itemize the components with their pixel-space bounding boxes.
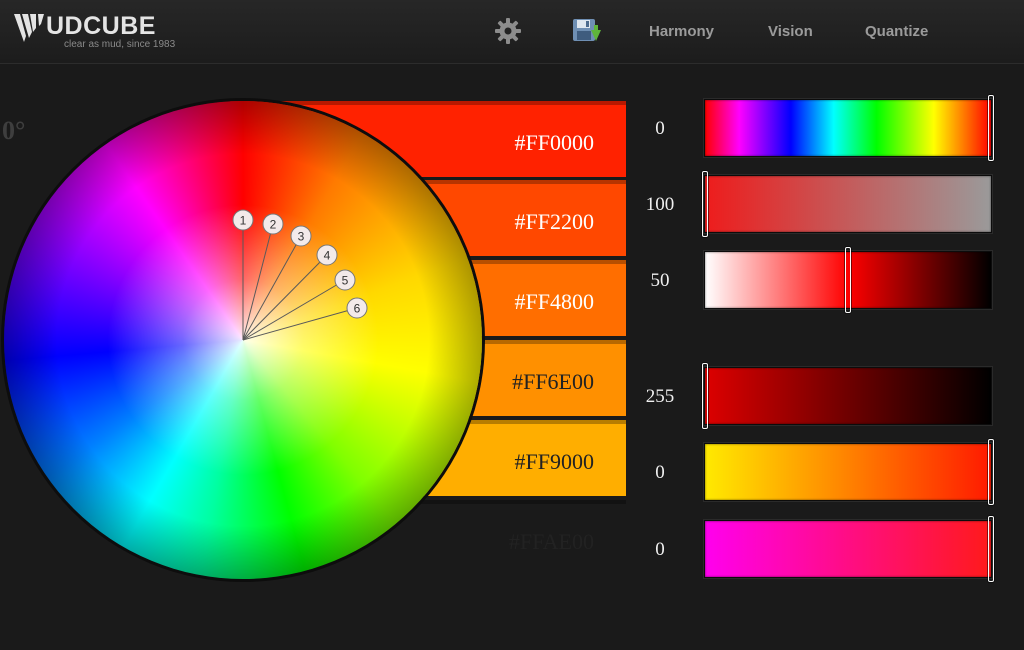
marker-3[interactable]: 3 bbox=[290, 225, 312, 247]
blue-slider[interactable] bbox=[704, 516, 994, 582]
lightness-slider[interactable] bbox=[704, 247, 992, 313]
nav-quantize[interactable]: Quantize bbox=[865, 23, 928, 40]
color-wheel[interactable]: 1 2 3 4 5 6 bbox=[4, 101, 482, 579]
marker-5[interactable]: 5 bbox=[334, 269, 356, 291]
svg-text:2: 2 bbox=[270, 218, 277, 232]
red-value: 255 bbox=[645, 386, 675, 407]
red-slider[interactable] bbox=[702, 363, 992, 429]
hue-slider[interactable] bbox=[704, 95, 994, 161]
logo-text: UDCUBE bbox=[46, 12, 156, 40]
green-slider-handle[interactable] bbox=[988, 439, 994, 505]
harmony-markers: 1 2 3 4 5 6 bbox=[232, 209, 368, 341]
red-slider-handle[interactable] bbox=[702, 363, 708, 429]
hue-value: 0 bbox=[655, 118, 665, 139]
marker-1[interactable]: 1 bbox=[232, 209, 254, 231]
svg-text:3: 3 bbox=[298, 230, 305, 244]
logo-m-icon bbox=[14, 14, 44, 42]
svg-text:6: 6 bbox=[354, 302, 361, 316]
save-icon[interactable] bbox=[572, 17, 601, 45]
nav-harmony[interactable]: Harmony bbox=[649, 23, 714, 40]
blue-value: 0 bbox=[655, 539, 665, 560]
svg-text:5: 5 bbox=[342, 274, 349, 288]
marker-2[interactable]: 2 bbox=[262, 213, 284, 235]
saturation-slider-handle[interactable] bbox=[702, 171, 708, 237]
marker-4[interactable]: 4 bbox=[316, 244, 338, 266]
gear-icon[interactable] bbox=[494, 17, 522, 45]
svg-text:4: 4 bbox=[324, 249, 331, 263]
blue-slider-handle[interactable] bbox=[988, 516, 994, 582]
saturation-slider[interactable] bbox=[702, 171, 992, 237]
lightness-slider-handle[interactable] bbox=[845, 247, 851, 313]
nav-vision[interactable]: Vision bbox=[768, 23, 813, 40]
marker-6[interactable]: 6 bbox=[346, 297, 368, 319]
app-logo[interactable]: UDCUBE clear as mud, since 1983 bbox=[14, 10, 194, 56]
top-bar: UDCUBE clear as mud, since 1983 Harmony … bbox=[0, 0, 1024, 64]
saturation-value: 100 bbox=[645, 194, 675, 215]
green-value: 0 bbox=[655, 462, 665, 483]
svg-text:1: 1 bbox=[240, 214, 247, 228]
lightness-value: 50 bbox=[650, 270, 670, 291]
hue-slider-handle[interactable] bbox=[988, 95, 994, 161]
green-slider[interactable] bbox=[704, 439, 994, 505]
logo-tagline: clear as mud, since 1983 bbox=[64, 39, 176, 50]
